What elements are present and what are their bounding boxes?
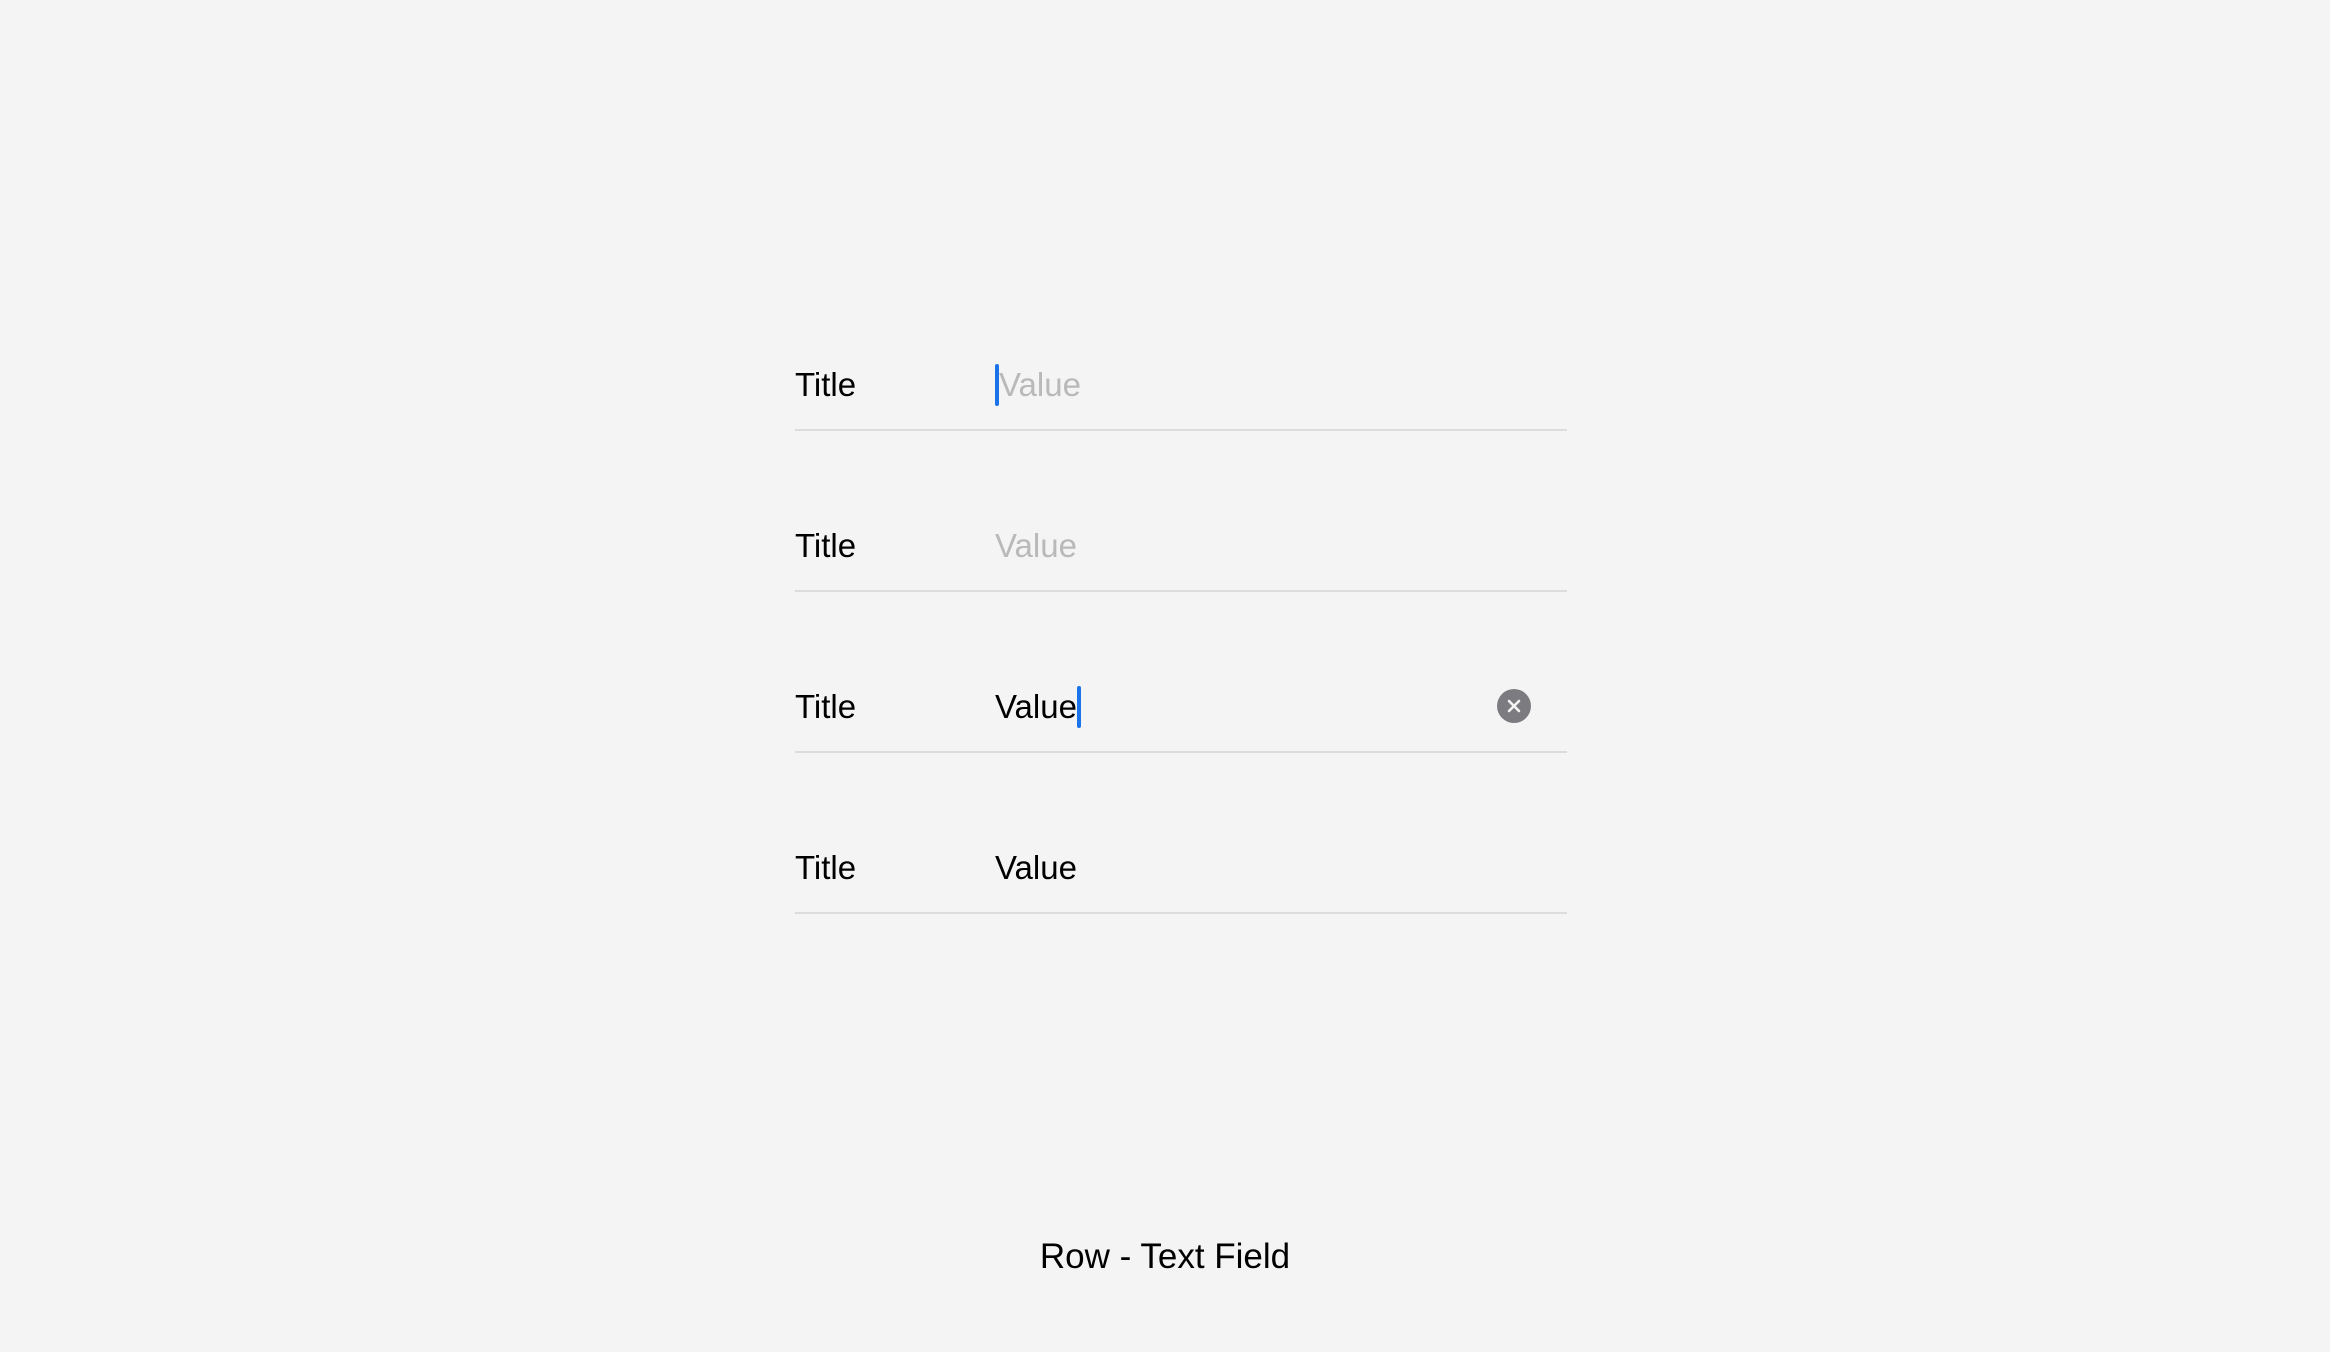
value-input[interactable]: Value [995,843,1495,893]
value-input-focused[interactable]: Value [995,360,1495,410]
value-placeholder: Value [999,366,1081,403]
clear-circle-icon [1507,699,1521,713]
row-title: Title [795,527,857,564]
value-text: Value [995,849,1077,886]
text-field-row-focused-empty: Title Value [795,322,1567,431]
row-title: Title [795,688,857,725]
text-caret [1076,686,1081,728]
text-field-row-focused-filled: Title Value [795,644,1567,753]
value-text: Value [995,688,1077,725]
value-input[interactable]: Value [995,521,1495,571]
component-caption: Row - Text Field [1039,1237,1291,1276]
text-field-rows: Title Value Title Value Title Value Titl… [795,322,1567,966]
clear-button[interactable] [1497,689,1531,723]
text-field-row-empty: Title Value [795,483,1567,592]
value-placeholder: Value [995,527,1077,564]
row-title: Title [795,366,857,403]
row-title: Title [795,849,857,886]
value-input-focused[interactable]: Value [995,682,1495,732]
text-field-row-filled: Title Value [795,805,1567,914]
